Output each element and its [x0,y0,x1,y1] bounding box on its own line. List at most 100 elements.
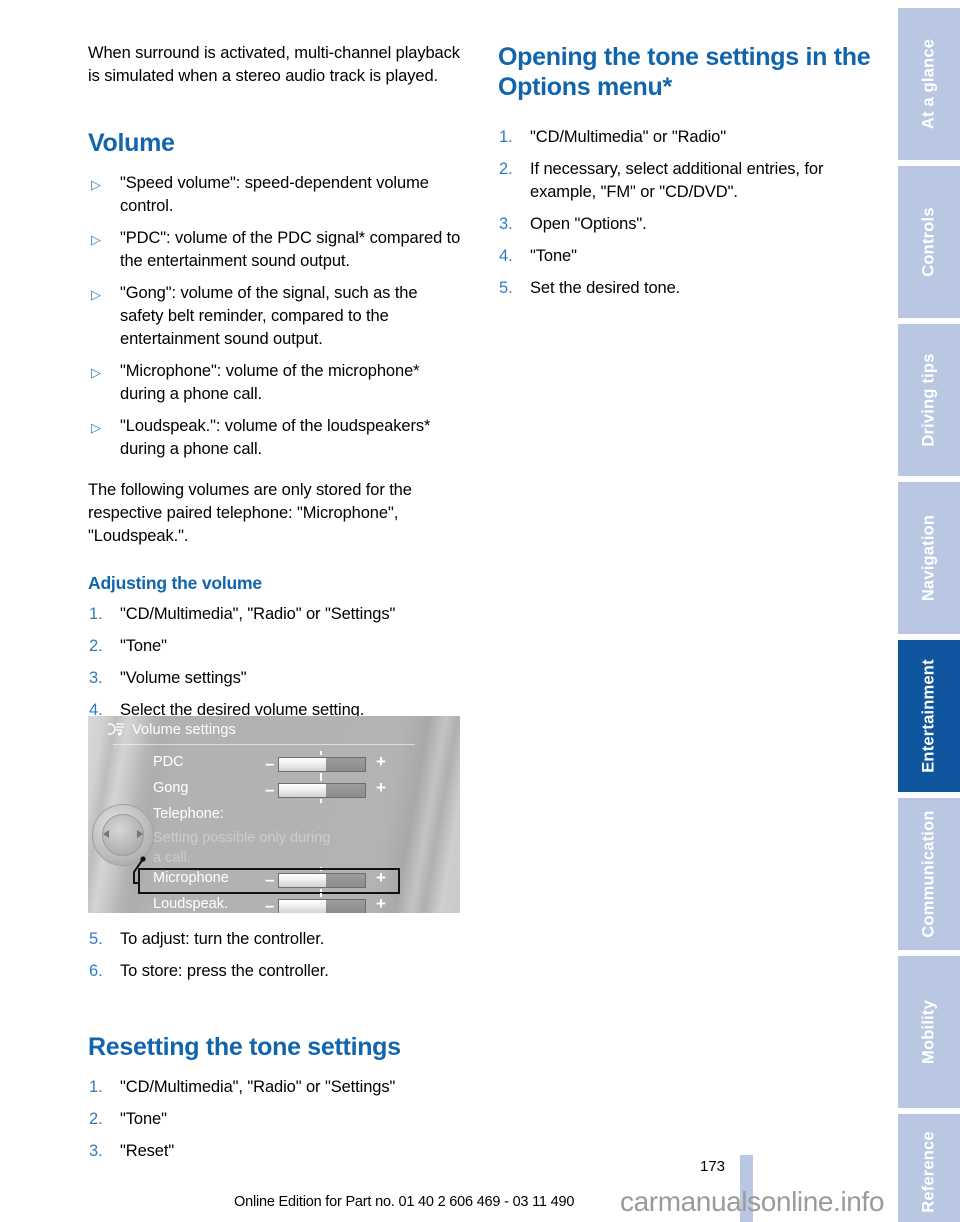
step-number: 3. [89,669,103,687]
step-number: 4. [499,247,513,265]
heading-adjusting-the-volume: Adjusting the volume [88,573,262,593]
minus-icon[interactable]: – [265,781,274,799]
step-number: 2. [89,637,103,655]
plus-icon[interactable]: + [376,895,386,913]
row-label: Gong [153,780,189,796]
list-item-text: To adjust: turn the controller. [120,930,325,948]
step-number: 6. [89,962,103,980]
slider-fill [279,758,327,771]
list-item-text: "Tone" [120,637,167,655]
sidebar-item-driving-tips[interactable]: Driving tips [898,324,960,476]
volume-slider[interactable] [278,783,366,798]
arrow-right-icon [137,830,143,838]
sidebar-item-label: Navigation [919,514,938,602]
sidebar-item-label: Mobility [919,1000,938,1064]
volume-slider[interactable] [278,757,366,772]
watermark-text: carmanualsonline.info [620,1186,884,1217]
adjusting-steps-list: 1. "CD/Multimedia", "Radio" or "Settings… [88,603,463,722]
list-item-text: Open "Options". [530,215,647,233]
music-note-icon [104,722,126,737]
plus-icon[interactable]: + [376,779,386,797]
idrive-controller-icon [92,804,154,866]
row-label: a call. [153,850,191,866]
list-item-text: "CD/Multimedia" or "Radio" [530,128,726,146]
sidebar-item-navigation[interactable]: Navigation [898,482,960,634]
list-item: ▷ "Loudspeak.": volume of the loudspeake… [88,415,463,461]
sidebar-item-label: Driving tips [919,353,938,447]
list-item: 2. "Tone" [88,635,463,658]
list-item-text: "Reset" [120,1142,175,1160]
list-item: 5. To adjust: turn the controller. [88,928,463,951]
row-label: Telephone: [153,806,224,822]
volume-slider[interactable] [278,899,366,913]
slider-tick-bottom [320,799,322,803]
list-item-text: "Volume settings" [120,669,247,687]
list-item-text: "Tone" [120,1110,167,1128]
page-number: 173 [700,1158,726,1175]
sidebar-item-reference[interactable]: Reference [898,1114,960,1222]
minus-icon[interactable]: – [265,897,274,914]
row-label: Loudspeak. [153,896,228,912]
slider-tick-top [320,751,322,755]
list-item: ▷ "PDC": volume of the PDC signal* compa… [88,227,463,273]
sidebar-item-entertainment[interactable]: Entertainment [898,640,960,792]
triangle-bullet-icon: ▷ [91,365,101,380]
figure-row-gong[interactable]: Gong – + [88,777,460,804]
sidebar-item-at-a-glance[interactable]: At a glance [898,8,960,160]
sidebar-item-label: Controls [919,207,938,277]
left-text-column-lower: 5. To adjust: turn the controller. 6. To… [88,928,463,1172]
plus-icon[interactable]: + [376,753,386,771]
heading-volume: Volume [88,129,175,157]
figure-title: Volume settings [132,722,236,738]
list-item: ▷ "Gong": volume of the signal, such as … [88,282,463,351]
triangle-bullet-icon: ▷ [91,177,101,192]
minus-icon[interactable]: – [265,755,274,773]
step-number: 2. [89,1110,103,1128]
slider-fill [279,900,327,913]
sidebar-item-controls[interactable]: Controls [898,166,960,318]
list-item-text: "Speed volume": speed-dependent volume c… [120,174,429,215]
list-item: ▷ "Microphone": volume of the microphone… [88,360,463,406]
idrive-volume-settings-screenshot: Volume settings PDC – + Gong – + Telepho… [88,716,460,913]
step-number: 1. [499,128,513,146]
list-item: 2. If necessary, select additional entri… [498,158,873,204]
sidebar-item-mobility[interactable]: Mobility [898,956,960,1108]
list-item: 1. "CD/Multimedia" or "Radio" [498,126,873,149]
row-label: PDC [153,754,184,770]
slider-fill [279,784,327,797]
list-item-text: "Tone" [530,247,577,265]
list-item: 2. "Tone" [88,1108,463,1131]
slider-tick-top [320,893,322,897]
step-number: 1. [89,605,103,623]
step-number: 3. [89,1142,103,1160]
figure-row-pdc[interactable]: PDC – + [88,751,460,778]
intro-paragraph: When surround is activated, multi-channe… [88,44,460,85]
step-number: 5. [499,279,513,297]
list-item-text: "Microphone": volume of the microphone* … [120,362,420,403]
list-item-text: "Gong": volume of the signal, such as th… [120,284,418,348]
heading-resetting-the-tone-settings: Resetting the tone settings [88,1033,401,1061]
section-tab-rail: At a glance Controls Driving tips Naviga… [898,0,960,1222]
list-item: 1. "CD/Multimedia", "Radio" or "Settings… [88,603,463,626]
list-item: 4. "Tone" [498,245,873,268]
list-item: 3. "Reset" [88,1140,463,1163]
step-number: 5. [89,930,103,948]
right-text-column: Opening the tone settings in the Options… [498,42,873,309]
figure-row-loudspeaker[interactable]: Loudspeak. – + [88,893,460,914]
triangle-bullet-icon: ▷ [91,287,101,302]
sidebar-item-communication[interactable]: Communication [898,798,960,950]
triangle-bullet-icon: ▷ [91,420,101,435]
list-item: 5. Set the desired tone. [498,277,873,300]
row-label: Setting possible only during [153,830,331,846]
list-item: 3. Open "Options". [498,213,873,236]
list-item: 1. "CD/Multimedia", "Radio" or "Settings… [88,1076,463,1099]
list-item-text: "CD/Multimedia", "Radio" or "Settings" [120,1078,396,1096]
